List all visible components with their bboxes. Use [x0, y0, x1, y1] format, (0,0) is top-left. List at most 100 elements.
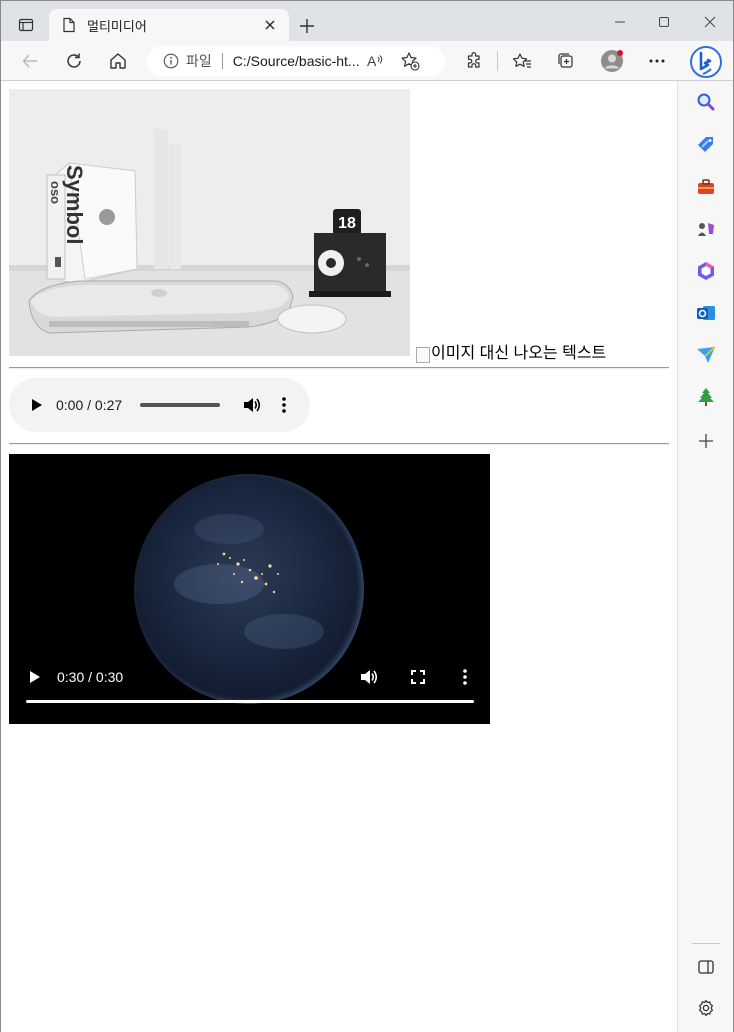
sidebar-outlook-button[interactable] — [692, 299, 720, 327]
favorites-button[interactable] — [507, 46, 537, 76]
svg-text:A: A — [367, 53, 377, 69]
audio-seek-bar[interactable] — [140, 403, 220, 407]
sidebar-separator — [692, 943, 720, 944]
video-more-button[interactable] — [456, 666, 474, 688]
add-icon — [699, 434, 713, 448]
tab-actions-icon — [18, 18, 34, 32]
outlook-icon — [697, 306, 715, 320]
sidebar-send-button[interactable] — [692, 341, 720, 369]
more-vertical-icon — [463, 669, 467, 685]
collections-icon — [558, 53, 573, 68]
sidebar-tools-button[interactable] — [692, 173, 720, 201]
read-aloud-icon[interactable]: A — [363, 48, 389, 74]
horizontal-rule — [9, 367, 669, 369]
close-tab-icon[interactable] — [261, 16, 279, 34]
tools-icon — [698, 179, 714, 194]
image-alt-text: 이미지 대신 나오는 텍스트 — [431, 345, 607, 362]
audio-time: 0:00 / 0:27 — [56, 397, 123, 413]
more-icon — [649, 59, 665, 63]
sidebar-hide-button[interactable] — [692, 953, 720, 981]
page-icon — [61, 17, 77, 33]
home-button[interactable] — [103, 46, 133, 76]
home-icon — [110, 53, 126, 69]
page-content: Symbol oso 18 이미지 대신 나오는 텍스트 0:00 / 0:27… — [1, 82, 677, 1032]
back-button[interactable] — [15, 46, 45, 76]
audio-player[interactable]: 0:00 / 0:27 — [9, 378, 310, 432]
send-icon — [697, 346, 716, 363]
sidebar-office-button[interactable] — [692, 257, 720, 285]
info-icon[interactable] — [162, 52, 180, 70]
add-favorite-icon[interactable] — [397, 48, 423, 74]
more-menu-button[interactable] — [642, 46, 672, 76]
tab-actions-button[interactable] — [9, 11, 43, 39]
shopping-icon — [698, 137, 713, 152]
volume-icon — [244, 398, 261, 412]
search-icon — [697, 93, 715, 111]
minimize-icon — [615, 21, 625, 23]
desk-photo: Symbol oso 18 — [9, 89, 410, 356]
video-play-button[interactable] — [25, 666, 45, 688]
audio-more-button[interactable] — [275, 394, 293, 416]
refresh-button[interactable] — [59, 46, 89, 76]
new-tab-button[interactable] — [293, 13, 321, 39]
hide-sidebar-icon — [698, 960, 714, 974]
play-icon — [30, 671, 40, 683]
back-icon — [22, 54, 37, 68]
clock-number: 18 — [338, 215, 356, 232]
tree-icon — [698, 388, 714, 406]
sidebar-shopping-button[interactable] — [692, 131, 720, 159]
audio-play-button[interactable] — [27, 394, 47, 416]
sidebar-settings-button[interactable] — [692, 994, 720, 1022]
sidebar-add-button[interactable] — [692, 427, 720, 455]
broken-image-icon — [416, 347, 430, 363]
bing-button[interactable] — [689, 45, 723, 79]
city-lights — [217, 552, 279, 594]
video-seek-bar[interactable] — [26, 700, 474, 703]
tab-strip: 멀티미디어 — [1, 1, 733, 41]
sidebar-games-button[interactable] — [692, 215, 720, 243]
minimize-button[interactable] — [597, 7, 643, 37]
extensions-button[interactable] — [459, 46, 489, 76]
more-vertical-icon — [282, 397, 286, 413]
video-time: 0:30 / 0:30 — [57, 669, 124, 685]
scheme-label: 파일 — [186, 53, 212, 69]
maximize-icon — [659, 17, 669, 27]
cloud-shape — [244, 614, 324, 649]
book-subtitle: oso — [48, 181, 63, 204]
close-icon — [704, 16, 716, 28]
video-player[interactable]: 0:30 / 0:30 — [9, 454, 490, 724]
sidebar-search-button[interactable] — [692, 88, 720, 116]
favorites-icon — [512, 53, 531, 68]
earth-video-frame — [134, 474, 364, 704]
play-icon — [32, 399, 42, 411]
edge-sidebar — [677, 81, 733, 1032]
profile-icon — [601, 50, 623, 72]
book-title: Symbol — [62, 165, 87, 244]
profile-button[interactable] — [597, 46, 627, 76]
fullscreen-icon — [411, 670, 425, 684]
settings-icon — [699, 999, 713, 1017]
toolbar-separator — [497, 51, 498, 71]
horizontal-rule — [9, 443, 669, 445]
games-icon — [698, 223, 714, 236]
close-window-button[interactable] — [687, 7, 733, 37]
audio-volume-button[interactable] — [241, 394, 263, 416]
tab-multimedia[interactable]: 멀티미디어 — [49, 9, 289, 41]
maximize-button[interactable] — [641, 7, 687, 37]
refresh-icon — [67, 53, 81, 68]
collections-button[interactable] — [551, 46, 581, 76]
video-fullscreen-button[interactable] — [407, 666, 429, 688]
bing-icon — [690, 46, 722, 78]
browser-toolbar: 파일 C:/Source/basic-ht... A — [1, 41, 733, 81]
volume-icon — [361, 670, 378, 684]
extensions-icon — [467, 52, 480, 68]
address-bar[interactable]: 파일 C:/Source/basic-ht... A — [147, 46, 445, 76]
url-text[interactable]: C:/Source/basic-ht... — [233, 53, 359, 69]
plus-icon — [300, 19, 314, 33]
office-icon — [698, 262, 714, 280]
desk-photo-illustration: Symbol oso 18 — [9, 89, 410, 356]
video-volume-button[interactable] — [358, 666, 380, 688]
broken-image: 이미지 대신 나오는 텍스트 — [416, 339, 606, 363]
address-separator — [221, 53, 223, 69]
sidebar-tree-button[interactable] — [692, 383, 720, 411]
